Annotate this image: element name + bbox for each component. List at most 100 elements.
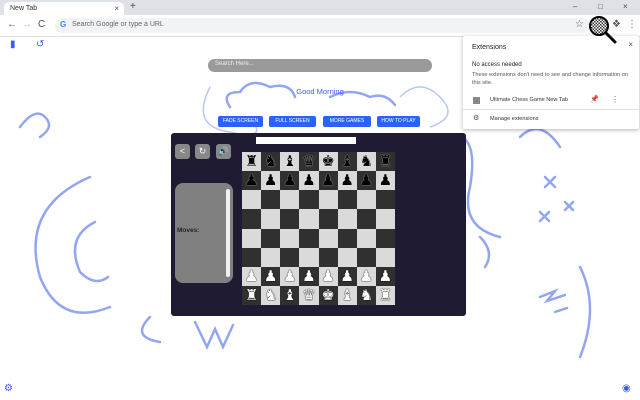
board-square[interactable]: ♟ xyxy=(356,171,376,191)
white-piece[interactable]: ♟ xyxy=(245,268,258,284)
board-square[interactable]: ♟ xyxy=(356,266,376,286)
black-piece[interactable]: ♟ xyxy=(302,173,315,188)
sound-button[interactable]: 🔊 xyxy=(216,144,231,159)
tab-new-tab[interactable]: New Tab × xyxy=(4,2,124,15)
chess-board[interactable]: ♜ ♞ ♝ ♛ ♚ ♝ ♞ ♜ ♟ ♟ ♟ ♟ ♟ ♟ ♟ ♟ ♟ ♟ ♟ ♟ ♟ ♟ ♟ ♟ ♜ ♞ ♝ ♛ ♚ ♝ ♞ ♜ xyxy=(242,152,395,305)
board-square[interactable]: ♚ xyxy=(318,285,338,305)
white-piece[interactable]: ♟ xyxy=(379,268,392,284)
white-piece[interactable]: ♚ xyxy=(321,287,334,303)
white-piece[interactable]: ♛ xyxy=(302,287,315,303)
board-square[interactable]: ♟ xyxy=(318,171,338,191)
board-square[interactable] xyxy=(356,190,376,210)
black-piece[interactable]: ♚ xyxy=(321,154,334,169)
restart-button[interactable]: ↻ xyxy=(195,144,210,159)
board-square[interactable]: ♞ xyxy=(356,285,376,305)
board-square[interactable]: ♜ xyxy=(375,285,395,305)
white-piece[interactable]: ♟ xyxy=(340,268,353,284)
new-tab-button[interactable]: + xyxy=(130,1,136,13)
maximize-button[interactable]: □ xyxy=(598,1,603,13)
browser-menu-icon[interactable]: ⋮ xyxy=(627,19,637,31)
white-piece[interactable]: ♟ xyxy=(360,268,373,284)
white-piece[interactable]: ♟ xyxy=(283,268,296,284)
extension-item[interactable]: Ultimate Chess Game New Tab 📌 ⋮ xyxy=(463,94,639,108)
back-icon[interactable]: ← xyxy=(7,19,17,31)
more-games-button[interactable]: MORE GAMES xyxy=(323,116,371,127)
board-square[interactable]: ♛ xyxy=(299,285,319,305)
board-square[interactable] xyxy=(299,190,319,210)
board-square[interactable] xyxy=(356,228,376,248)
board-square[interactable] xyxy=(356,209,376,229)
black-piece[interactable]: ♞ xyxy=(264,154,277,169)
help-icon[interactable]: ◉ xyxy=(622,383,631,394)
black-piece[interactable]: ♜ xyxy=(245,154,258,169)
board-square[interactable] xyxy=(375,190,395,210)
white-piece[interactable]: ♜ xyxy=(379,287,392,303)
board-square[interactable]: ♟ xyxy=(318,266,338,286)
black-piece[interactable]: ♟ xyxy=(321,173,334,188)
board-square[interactable]: ♝ xyxy=(280,152,300,172)
minimize-button[interactable]: – xyxy=(573,1,577,13)
board-square[interactable]: ♞ xyxy=(356,152,376,172)
white-piece[interactable]: ♜ xyxy=(245,287,258,303)
close-window-button[interactable]: × xyxy=(623,1,628,13)
board-square[interactable]: ♜ xyxy=(375,152,395,172)
pin-icon[interactable]: 📌 xyxy=(590,95,599,103)
board-square[interactable] xyxy=(242,228,262,248)
history-icon[interactable]: ↺ xyxy=(36,39,44,50)
white-piece[interactable]: ♝ xyxy=(283,287,296,303)
board-square[interactable]: ♟ xyxy=(280,266,300,286)
board-square[interactable]: ♛ xyxy=(299,152,319,172)
board-square[interactable] xyxy=(318,190,338,210)
board-square[interactable] xyxy=(299,209,319,229)
settings-gear-icon[interactable]: ⚙ xyxy=(4,383,13,394)
black-piece[interactable]: ♞ xyxy=(360,154,373,169)
board-square[interactable]: ♝ xyxy=(280,285,300,305)
white-piece[interactable]: ♟ xyxy=(321,268,334,284)
forward-icon[interactable]: → xyxy=(22,19,32,31)
board-square[interactable]: ♟ xyxy=(280,171,300,191)
board-square[interactable] xyxy=(280,247,300,267)
white-piece[interactable]: ♟ xyxy=(264,268,277,284)
board-square[interactable]: ♜ xyxy=(242,285,262,305)
board-square[interactable] xyxy=(337,247,357,267)
board-square[interactable] xyxy=(375,209,395,229)
black-piece[interactable]: ♟ xyxy=(379,173,392,188)
black-piece[interactable]: ♝ xyxy=(340,154,353,169)
black-piece[interactable]: ♟ xyxy=(245,173,258,188)
bookmark-icon[interactable]: ▮ xyxy=(10,39,16,50)
board-square[interactable] xyxy=(318,209,338,229)
board-square[interactable] xyxy=(318,228,338,248)
white-piece[interactable]: ♞ xyxy=(360,287,373,303)
extension-more-icon[interactable]: ⋮ xyxy=(611,95,619,104)
black-piece[interactable]: ♜ xyxy=(379,154,392,169)
board-square[interactable] xyxy=(375,247,395,267)
board-square[interactable]: ♚ xyxy=(318,152,338,172)
white-piece[interactable]: ♞ xyxy=(264,287,277,303)
white-piece[interactable]: ♟ xyxy=(302,268,315,284)
search-input[interactable]: Search Here... xyxy=(208,59,432,72)
board-square[interactable] xyxy=(280,190,300,210)
board-square[interactable]: ♟ xyxy=(375,171,395,191)
board-square[interactable]: ♟ xyxy=(375,266,395,286)
board-square[interactable] xyxy=(280,209,300,229)
black-piece[interactable]: ♟ xyxy=(264,173,277,188)
board-square[interactable] xyxy=(356,247,376,267)
board-square[interactable] xyxy=(261,209,281,229)
board-square[interactable] xyxy=(261,190,281,210)
moves-scrollbar[interactable] xyxy=(226,189,230,277)
board-square[interactable] xyxy=(242,190,262,210)
white-piece[interactable]: ♝ xyxy=(340,287,353,303)
board-square[interactable]: ♟ xyxy=(337,266,357,286)
board-square[interactable] xyxy=(299,228,319,248)
board-square[interactable]: ♟ xyxy=(337,171,357,191)
board-square[interactable] xyxy=(318,247,338,267)
board-square[interactable] xyxy=(242,247,262,267)
board-square[interactable]: ♟ xyxy=(261,171,281,191)
board-square[interactable] xyxy=(337,190,357,210)
board-square[interactable]: ♟ xyxy=(299,266,319,286)
board-square[interactable]: ♝ xyxy=(337,152,357,172)
black-piece[interactable]: ♝ xyxy=(283,154,296,169)
reload-icon[interactable]: C xyxy=(38,19,45,31)
board-square[interactable] xyxy=(280,228,300,248)
close-popup-icon[interactable]: × xyxy=(628,40,633,49)
